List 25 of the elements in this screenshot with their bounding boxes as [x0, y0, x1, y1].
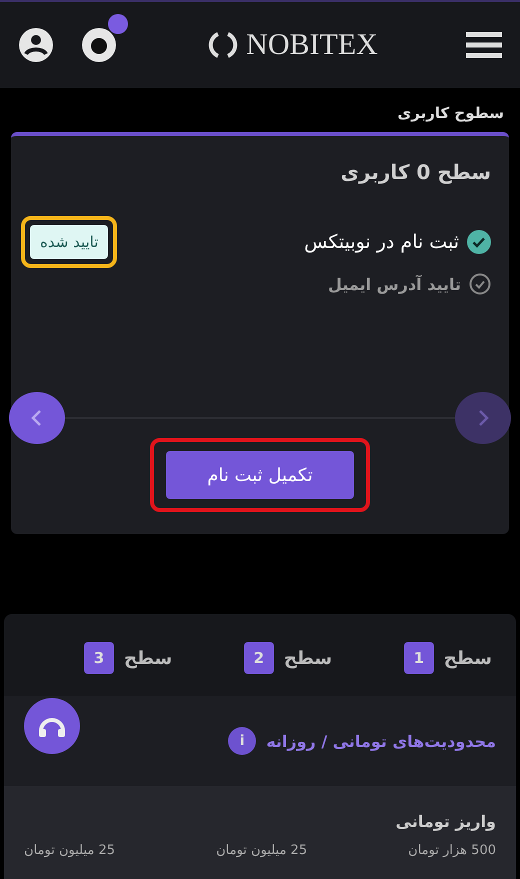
status-tag: تایید شده: [30, 225, 108, 259]
limit-value: 25 میلیون تومان: [24, 843, 116, 858]
limit-value: 25 میلیون تومان: [216, 843, 308, 858]
level-number: 1: [404, 642, 434, 674]
complete-registration-button[interactable]: تکمیل ثبت نام: [166, 451, 354, 499]
chevron-right-icon: [477, 409, 489, 427]
level-number: 2: [244, 642, 274, 674]
step-label: ثبت نام در نوبیتکس: [304, 231, 459, 253]
menu-icon[interactable]: [466, 30, 502, 60]
previous-button[interactable]: [9, 392, 65, 444]
level-label: سطح: [444, 648, 492, 668]
deposit-title: واریز تومانی: [394, 812, 496, 831]
level-label: سطح: [124, 648, 172, 668]
limits-title: محدودیت‌های تومانی / روزانه: [266, 732, 496, 750]
card-title: سطح 0 کاربری: [340, 160, 491, 184]
step-label: تایید آدرس ایمیل: [328, 274, 461, 294]
notification-badge: [108, 14, 128, 34]
chevron-left-icon: [31, 409, 43, 427]
level-number: 3: [84, 642, 114, 674]
user-account-icon[interactable]: [18, 27, 54, 63]
info-icon[interactable]: i: [228, 727, 256, 755]
logo-text: NOBITEX: [246, 28, 378, 62]
section-title: سطوح کاربری: [396, 103, 505, 124]
limit-value: 500 هزار تومان: [408, 843, 496, 858]
level-label: سطح: [284, 648, 332, 668]
